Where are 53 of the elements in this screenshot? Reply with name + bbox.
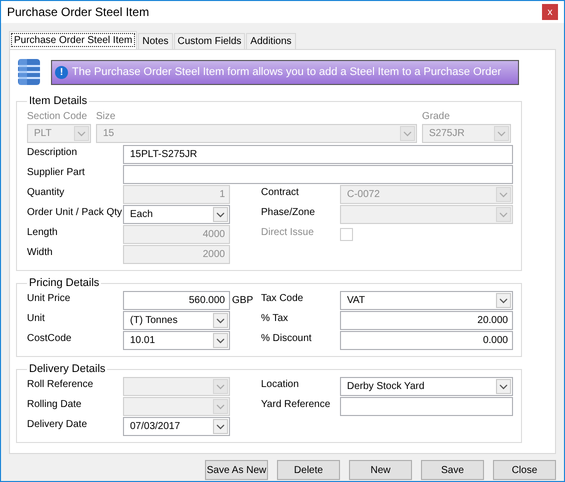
field-label: Contract: [261, 186, 300, 198]
field-label: Yard Reference: [261, 398, 332, 410]
field-label: Width: [27, 246, 54, 258]
field-label: Rolling Date: [27, 398, 82, 410]
field-label: Delivery Date: [27, 418, 88, 430]
number-field[interactable]: 0.000: [340, 331, 513, 350]
banner-text: The Purchase Order Steel Item form allows you to add a Steel Item to a Purchase Order: [72, 66, 502, 78]
action-button[interactable]: Close: [493, 460, 556, 480]
window-close-button[interactable]: x: [542, 4, 558, 20]
number-field[interactable]: 560.000: [123, 291, 230, 310]
field-label: Size: [96, 110, 116, 122]
info-icon: !: [55, 66, 68, 78]
text-field[interactable]: 15PLT-S275JR: [123, 145, 513, 164]
field-label: Unit: [27, 312, 46, 324]
text-field[interactable]: [123, 165, 513, 184]
field-label: Grade: [422, 110, 451, 122]
field-label: Description: [27, 146, 78, 158]
text-field[interactable]: [340, 397, 513, 416]
window-title: Purchase Order Steel Item: [7, 5, 150, 19]
field-label: Supplier Part: [27, 166, 86, 178]
group-title: Delivery Details: [28, 363, 106, 375]
action-button[interactable]: Save: [421, 460, 484, 480]
field-label: % Discount: [261, 332, 313, 344]
group-title: Item Details: [28, 95, 88, 107]
dropdown-field[interactable]: (T) Tonnes: [123, 311, 230, 330]
dropdown-field[interactable]: Each: [123, 205, 230, 224]
field-label: Phase/Zone: [261, 206, 316, 218]
dropdown-field[interactable]: VAT: [340, 291, 513, 310]
action-button[interactable]: Save As New: [205, 460, 268, 480]
field-label: Roll Reference: [27, 378, 94, 390]
field-label: Length: [27, 226, 59, 238]
action-button[interactable]: Delete: [277, 460, 340, 480]
dropdown-field[interactable]: Derby Stock Yard: [340, 377, 513, 396]
field-label: Section Code: [27, 110, 88, 122]
dropdown-field[interactable]: 10.01: [123, 331, 230, 350]
group-title: Pricing Details: [28, 277, 100, 289]
field-label: % Tax: [261, 312, 290, 324]
tab[interactable]: Custom Fields: [174, 33, 246, 49]
field-label: Location: [261, 378, 300, 390]
dropdown-field[interactable]: 07/03/2017: [123, 417, 230, 436]
field-label: Order Unit / Pack Qty: [27, 206, 123, 218]
field-label: CostCode: [27, 332, 72, 344]
number-field[interactable]: 20.000: [340, 311, 513, 330]
field-label: Quantity: [27, 186, 66, 198]
action-button[interactable]: New: [349, 460, 412, 480]
field-label: Unit Price: [27, 292, 72, 304]
tab[interactable]: Notes: [138, 33, 173, 49]
field-label: Direct Issue: [261, 226, 315, 238]
field-label: Tax Code: [261, 292, 304, 304]
tab[interactable]: Additions: [246, 33, 296, 49]
currency-label: GBP: [231, 295, 254, 306]
database-icon: [16, 57, 42, 87]
tab[interactable]: Purchase Order Steel Item: [9, 31, 138, 49]
